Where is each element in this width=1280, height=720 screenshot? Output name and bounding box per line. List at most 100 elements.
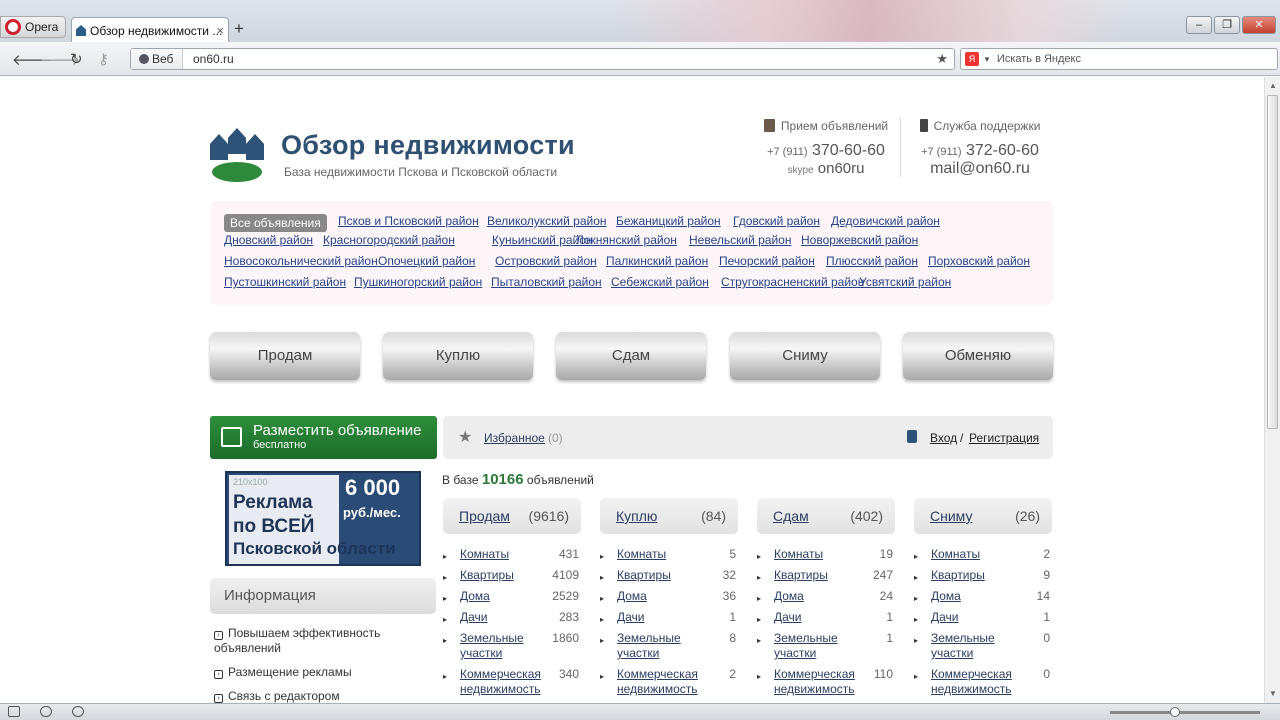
subcategory-link[interactable]: Дачи [460,610,550,625]
category-header[interactable]: Куплю (84) [600,498,738,534]
district-link[interactable]: Островский район [495,254,597,268]
district-all[interactable]: Все объявления [224,214,327,232]
category-name[interactable]: Куплю [616,498,657,534]
district-link[interactable]: Себежский район [611,275,709,289]
zoom-slider[interactable] [1110,707,1260,717]
subcategory-link[interactable]: Комнаты [931,547,1021,562]
subcategory-link[interactable]: Комнаты [460,547,550,562]
close-window-button[interactable]: ✕ [1242,16,1276,34]
district-link[interactable]: Пустошкинский район [224,275,346,289]
web-badge[interactable]: Веб [131,49,183,69]
subcategory-link[interactable]: Комнаты [774,547,864,562]
post-ad-button[interactable]: Разместить объявление бесплатно [210,416,437,459]
district-link[interactable]: Красногородский район [323,233,455,247]
bookmark-star-icon[interactable]: ★ [936,49,948,69]
register-link[interactable]: Регистрация [969,431,1039,445]
yandex-icon[interactable]: Я [965,52,979,66]
speed-dial-icon[interactable] [72,706,84,717]
reload-icon[interactable]: ↻ [70,50,83,68]
subcategory-link[interactable]: Дома [931,589,1021,604]
subcategory-link[interactable]: Квартиры [931,568,1021,583]
district-link[interactable]: Палкинский район [606,254,708,268]
address-bar[interactable]: Веб on60.ru ★ [130,48,955,70]
district-link[interactable]: Невельский район [689,233,791,247]
category-name[interactable]: Продам [459,498,510,534]
minimize-button[interactable]: – [1186,16,1212,34]
district-link[interactable]: Порховский район [928,254,1030,268]
search-box[interactable]: Я ▼ Искать в Яндекс [960,48,1278,70]
category-header[interactable]: Продам (9616) [443,498,581,534]
rent-out-button[interactable]: Сдам [556,332,706,380]
district-link[interactable]: Стругокрасненский район [721,275,864,289]
district-link[interactable]: Великолукский район [487,214,607,228]
site-title[interactable]: Обзор недвижимости [281,130,575,161]
info-link-efficiency[interactable]: › Повышаем эффективность объявлений [214,626,414,656]
subcategory-link[interactable]: Дома [774,589,864,604]
subcategory-count: 9 [1043,568,1050,582]
buy-button[interactable]: Куплю [383,332,533,380]
maximize-button[interactable]: ❐ [1214,16,1240,34]
subcategory-link[interactable]: Дачи [617,610,707,625]
subcategory-link[interactable]: Земельные участки [931,631,1021,661]
subcategory-link[interactable]: Коммерческая недвижимость [460,667,550,697]
subcategory-link[interactable]: Дома [460,589,550,604]
exchange-button[interactable]: Обменяю [903,332,1053,380]
info-link-editor[interactable]: › Связь с редактором [214,689,340,703]
cloud-icon[interactable] [40,706,52,717]
zoom-handle[interactable] [1170,707,1180,717]
rent-button[interactable]: Сниму [730,332,880,380]
opera-menu-button[interactable]: Opera [0,16,66,38]
subcategory-link[interactable]: Квартиры [617,568,707,583]
subcategory-link[interactable]: Комнаты [617,547,707,562]
info-link-advertising[interactable]: › Размещение рекламы [214,665,352,680]
ad-banner[interactable]: 210x100 Реклама по ВСЕЙ 6 000 руб./мес. П… [225,471,421,566]
district-link[interactable]: Усвятский район [859,275,951,289]
district-link[interactable]: Пушкиногорский район [354,275,482,289]
vertical-scrollbar[interactable]: ▲ ▼ [1264,77,1280,703]
subcategory-link[interactable]: Дачи [931,610,1021,625]
login-link[interactable]: Вход [930,431,957,445]
district-link[interactable]: Локнянский район [576,233,677,247]
site-favicon-icon [76,25,86,36]
district-link[interactable]: Опочецкий район [378,254,475,268]
subcategory-link[interactable]: Дома [617,589,707,604]
district-link[interactable]: Бежаницкий район [616,214,721,228]
subcategory-link[interactable]: Коммерческая недвижимость [774,667,864,697]
dropdown-arrow-icon[interactable]: ▼ [983,55,991,64]
subcategory-link[interactable]: Коммерческая недвижимость [931,667,1021,697]
district-link[interactable]: Гдовский район [733,214,820,228]
subcategory-link[interactable]: Коммерческая недвижимость [617,667,707,697]
panel-toggle-icon[interactable] [8,706,20,717]
district-link[interactable]: Псков и Псковский район [338,214,479,228]
district-link[interactable]: Новосокольнический район [224,254,378,268]
scroll-down-icon[interactable]: ▼ [1269,689,1277,698]
district-link[interactable]: Печорский район [719,254,815,268]
logo-house-left [210,134,228,160]
subcategory-link[interactable]: Квартиры [460,568,550,583]
subcategory-link[interactable]: Дачи [774,610,864,625]
district-link[interactable]: Дедовичский район [831,214,940,228]
subcategory-link[interactable]: Квартиры [774,568,864,583]
district-link[interactable]: Пыталовский район [491,275,602,289]
new-tab-button[interactable]: + [234,19,244,39]
sell-button[interactable]: Продам [210,332,360,380]
favorites-link[interactable]: Избранное [484,431,545,445]
category-header[interactable]: Сдам (402) [757,498,895,534]
browser-tab-bar: Opera Обзор недвижимости ... × + – ❐ ✕ [0,0,1280,43]
tab-close-icon[interactable]: × [216,18,224,43]
subcategory-link[interactable]: Земельные участки [774,631,864,661]
site-logo[interactable] [210,128,264,184]
district-link[interactable]: Дновский район [224,233,313,247]
category-header[interactable]: Сниму (26) [914,498,1052,534]
bullet-icon: ▸ [757,552,762,561]
scroll-up-icon[interactable]: ▲ [1269,81,1277,90]
key-icon[interactable]: ⚷ [98,50,109,68]
subcategory-link[interactable]: Земельные участки [617,631,707,661]
district-link[interactable]: Новоржевский район [801,233,918,247]
scrollbar-thumb[interactable] [1267,95,1278,429]
category-name[interactable]: Сниму [930,498,972,534]
browser-tab[interactable]: Обзор недвижимости ... × [71,17,229,43]
subcategory-link[interactable]: Земельные участки [460,631,550,661]
district-link[interactable]: Плюсский район [826,254,918,268]
category-name[interactable]: Сдам [773,498,809,534]
